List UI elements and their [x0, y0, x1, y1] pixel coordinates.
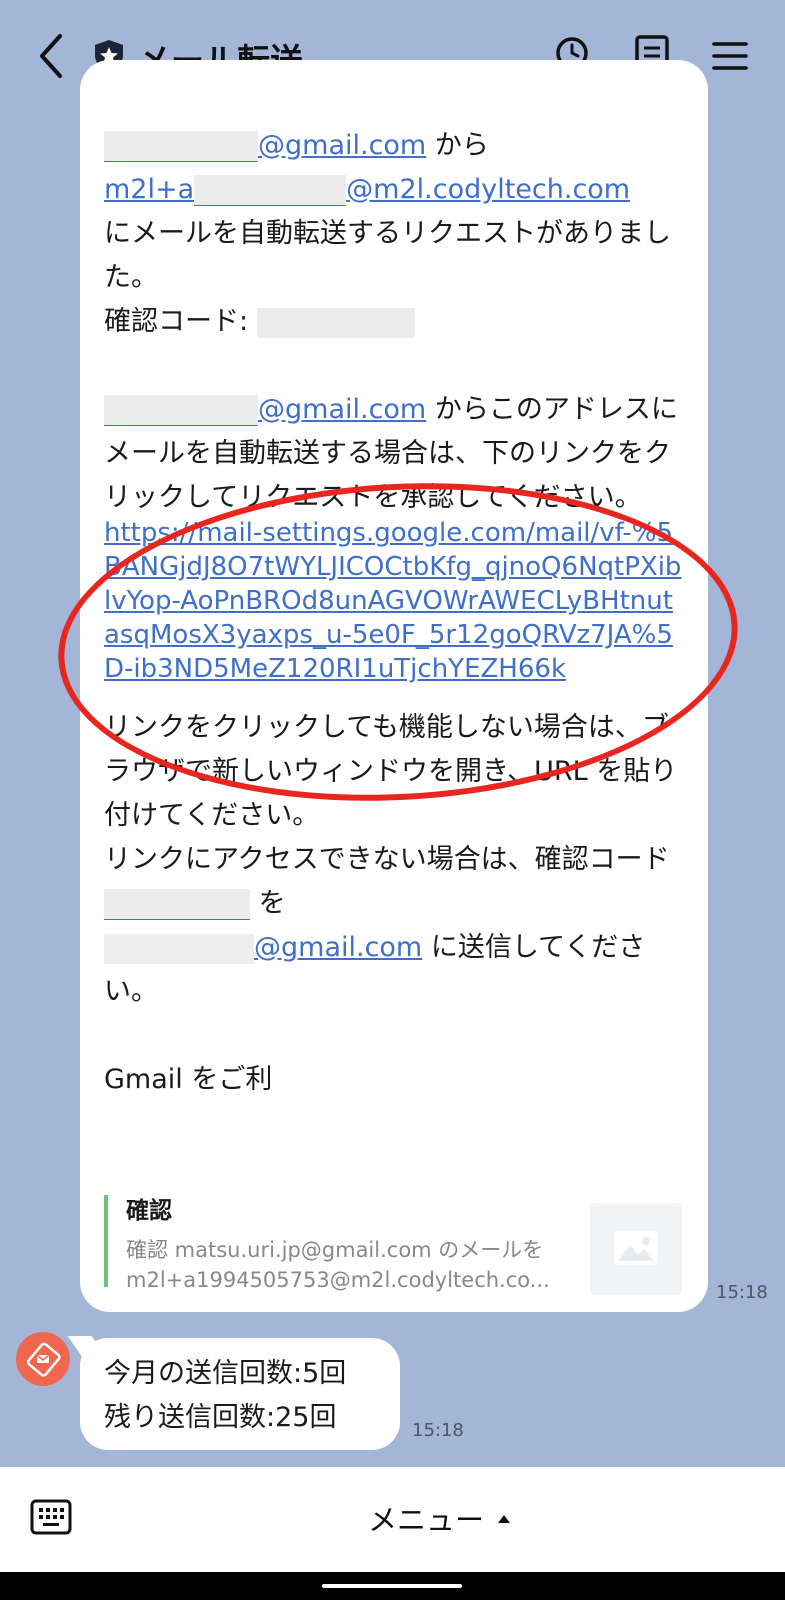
- message-text: を: [250, 888, 286, 919]
- code-label: 確認コード:: [104, 306, 257, 337]
- image-placeholder-icon: [590, 1203, 682, 1295]
- email-link[interactable]: @gmail.com: [254, 932, 422, 963]
- redacted-code-link[interactable]: [104, 889, 250, 920]
- email-link[interactable]: @gmail.com: [258, 394, 426, 425]
- email-link[interactable]: @gmail.com: [258, 130, 426, 161]
- system-nav-bar: [0, 1572, 785, 1600]
- confirmation-url-link[interactable]: https://mail-settings.google.com/mail/vf…: [104, 516, 684, 686]
- redacted-email-user: [104, 933, 254, 964]
- m2l-prefix-link[interactable]: m2l+a: [104, 174, 194, 205]
- message-text: Gmail をご利: [104, 1064, 273, 1095]
- caret-up-icon[interactable]: [498, 1515, 510, 1523]
- sent-count-text: 今月の送信回数:5回: [104, 1358, 347, 1389]
- remaining-count-text: 残り送信回数:25回: [104, 1402, 337, 1433]
- preview-title: 確認: [126, 1198, 172, 1224]
- preview-desc-line: m2l+a1994505753@m2l.codyltech.co...: [126, 1268, 550, 1292]
- message-line: m2l+a @m2l.codyltech.com: [104, 168, 684, 212]
- redacted-email-user: [104, 131, 258, 162]
- preview-description: 確認 matsu.uri.jp@gmail.com のメールを m2l+a199…: [126, 1235, 566, 1295]
- m2l-domain-link[interactable]: @m2l.codyltech.com: [346, 174, 630, 205]
- message-text: リンクにアクセスできない場合は、確認コード: [104, 844, 670, 875]
- reply-timestamp: 15:18: [412, 1420, 464, 1441]
- message-line: リンクにアクセスできない場合は、確認コード を: [104, 838, 684, 926]
- message-text: から: [426, 130, 489, 161]
- back-arrow-icon[interactable]: [34, 30, 74, 82]
- redacted-code: [256, 307, 415, 338]
- message-line: @gmail.com から: [104, 124, 684, 168]
- preview-accent-bar: [104, 1195, 108, 1287]
- message-line: 確認コード:: [104, 300, 684, 344]
- message-text: にメールを自動転送するリクエストがありました。: [104, 218, 671, 293]
- menu-toggle[interactable]: メニュー: [368, 1497, 484, 1539]
- bot-avatar[interactable]: [16, 1332, 70, 1386]
- reply-bubble: 今月の送信回数:5回 残り送信回数:25回: [80, 1338, 400, 1450]
- hamburger-menu-icon[interactable]: [710, 36, 750, 76]
- redacted-m2l-id: [194, 175, 347, 206]
- home-indicator[interactable]: [322, 1584, 462, 1588]
- message-line: @gmail.com に送信してください。: [104, 926, 684, 1014]
- message-timestamp: 15:18: [716, 1282, 768, 1303]
- bottom-menu-bar: メニュー: [0, 1467, 785, 1572]
- link-preview-card[interactable]: 確認 確認 matsu.uri.jp@gmail.com のメールを m2l+a…: [104, 1195, 694, 1295]
- preview-desc-line: 確認 matsu.uri.jp@gmail.com のメールを: [126, 1238, 544, 1262]
- keyboard-icon[interactable]: [30, 1497, 72, 1537]
- redacted-email-user: [104, 395, 258, 426]
- message-line: @gmail.com からこのアドレスにメールを自動転送する場合は、下のリンクを…: [104, 388, 684, 520]
- message-bubble: @gmail.com から m2l+a @m2l.codyltech.com にメ…: [80, 60, 708, 1312]
- message-text: リンクをクリックしても機能しない場合は、ブラウザで新しいウィンドウを開き、URL…: [104, 712, 678, 831]
